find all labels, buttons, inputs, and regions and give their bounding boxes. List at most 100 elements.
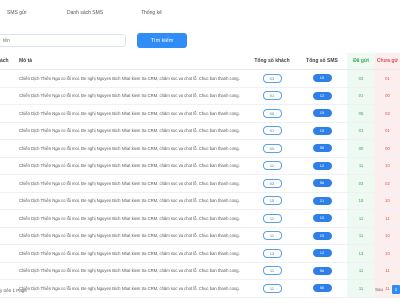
row-description: Chiến Dịch Thiên Nga co lỗi moi. Đe nghị…: [17, 157, 247, 175]
row-sms-cell: 15: [297, 227, 347, 245]
row-failed: 10: [375, 227, 400, 245]
row-failed: 00: [375, 139, 400, 158]
customers-badge[interactable]: 03: [262, 73, 282, 83]
row-index-cell: [0, 104, 17, 123]
row-description: Chiến Dịch Thiên Nga co lỗi moi. Đe nghị…: [17, 192, 247, 210]
sms-badge[interactable]: 12: [312, 91, 332, 100]
customers-badge[interactable]: 11: [262, 213, 282, 223]
table-row[interactable]: Chiến Dịch Thiên Nga co lỗi moi. Đe nghị…: [0, 104, 400, 123]
sms-badge[interactable]: 21: [312, 196, 332, 205]
row-sent: 15: [347, 192, 375, 210]
row-index-cell: [0, 139, 17, 158]
row-description: Chiến Dịch Thiên Nga co lỗi moi. Đe nghị…: [17, 227, 247, 245]
customers-badge[interactable]: 01: [262, 91, 282, 101]
customers-badge[interactable]: 11: [262, 266, 282, 276]
customers-badge[interactable]: 15: [262, 196, 282, 206]
row-description: Chiến Dịch Thiên Nga co lỗi moi. Đe nghị…: [17, 209, 247, 228]
row-sent: 05: [347, 104, 375, 123]
sms-badge[interactable]: 56: [312, 266, 332, 275]
table-row[interactable]: Chiến Dịch Thiên Nga co lỗi moi. Đe nghị…: [0, 279, 400, 298]
pagination-page-button[interactable]: 1: [392, 285, 400, 294]
table-row[interactable]: Chiến Dịch Thiên Nga co lỗi moi. Đe nghị…: [0, 192, 400, 210]
row-sms-cell: 15: [297, 104, 347, 123]
search-input[interactable]: [0, 34, 126, 47]
sms-badge[interactable]: 56: [312, 179, 332, 188]
row-sent: 11: [347, 209, 375, 228]
table-row[interactable]: Chiến Dịch Thiên Nga co lỗi moi. Đe nghị…: [0, 262, 400, 280]
row-description: Chiến Dịch Thiên Nga co lỗi moi. Đe nghị…: [17, 244, 247, 263]
table-row[interactable]: Chiến Dịch Thiên Nga co lỗi moi. Đe nghị…: [0, 139, 400, 158]
row-sms-cell: 15: [297, 122, 347, 140]
sms-badge[interactable]: 15: [312, 126, 332, 135]
pagination-prev-button[interactable]: Sau: [375, 287, 383, 292]
row-customers-cell: 11: [247, 209, 297, 228]
header-index: ách: [0, 53, 17, 70]
row-failed: 10: [375, 157, 400, 175]
row-description: Chiến Dịch Thiên Nga co lỗi moi. Đe nghị…: [17, 139, 247, 158]
nav-item-sms-list[interactable]: Danh sách SMS: [67, 10, 103, 16]
row-failed: 02: [375, 174, 400, 193]
table-row[interactable]: Chiến Dịch Thiên Nga co lỗi moi. Đe nghị…: [0, 157, 400, 175]
row-sent: 11: [347, 262, 375, 280]
table-row[interactable]: Chiến Dịch Thiên Nga co lỗi moi. Đe nghị…: [0, 174, 400, 193]
row-failed: 10: [375, 244, 400, 263]
sms-badge[interactable]: 15: [312, 109, 332, 118]
sms-badge[interactable]: 12: [312, 161, 332, 170]
row-index-cell: [0, 122, 17, 140]
row-failed: 01: [375, 69, 400, 88]
row-sms-cell: 56: [297, 174, 347, 193]
table-row[interactable]: Chiến Dịch Thiên Nga co lỗi moi. Đe nghị…: [0, 209, 400, 228]
search-button[interactable]: Tìm kiếm: [137, 33, 187, 48]
row-failed: 11: [375, 209, 400, 228]
customers-badge[interactable]: 11: [262, 231, 282, 241]
campaign-table: ách Mô tả Tổng số khách Tổng số SMS Đã g…: [0, 53, 400, 298]
customers-badge[interactable]: 13: [262, 248, 282, 258]
row-sent: 13: [347, 244, 375, 263]
table-row[interactable]: Chiến Dịch Thiên Nga co lỗi moi. Đe nghị…: [0, 227, 400, 245]
row-description: Chiến Dịch Thiên Nga co lỗi moi. Đe nghị…: [17, 122, 247, 140]
sms-badge[interactable]: 15: [312, 231, 332, 240]
table-row[interactable]: Chiến Dịch Thiên Nga co lỗi moi. Đe nghị…: [0, 244, 400, 263]
customers-badge[interactable]: 05: [262, 108, 282, 118]
row-description: Chiến Dịch Thiên Nga co lỗi moi. Đe nghị…: [17, 104, 247, 123]
row-customers-cell: 01: [247, 87, 297, 105]
row-customers-cell: 03: [247, 174, 297, 193]
customers-badge[interactable]: 00: [262, 143, 282, 153]
row-sms-cell: 15: [297, 69, 347, 88]
row-failed: 10: [375, 192, 400, 210]
customers-badge[interactable]: 11: [262, 161, 282, 171]
table-row[interactable]: Chiến Dịch Thiên Nga co lỗi moi. Đe nghị…: [0, 122, 400, 140]
header-failed: Chưa gử: [375, 53, 400, 70]
sms-badge[interactable]: 56: [312, 284, 332, 293]
row-description: Chiến Dịch Thiên Nga co lỗi moi. Đe nghị…: [17, 279, 247, 298]
row-sent: 11: [347, 279, 375, 298]
customers-badge[interactable]: 11: [262, 283, 282, 293]
row-sms-cell: 12: [297, 244, 347, 263]
header-sms: Tổng số SMS: [297, 53, 347, 70]
nav-item-statistics[interactable]: Thống kê: [141, 10, 162, 16]
header-sent: Đã gửi: [347, 53, 375, 70]
row-customers-cell: 11: [247, 227, 297, 245]
sms-badge[interactable]: 12: [312, 249, 332, 258]
row-failed: 01: [375, 122, 400, 140]
row-failed: 02: [375, 104, 400, 123]
customers-badge[interactable]: 03: [262, 178, 282, 188]
pagination: Sau 1: [375, 285, 400, 294]
top-navigation: SMS gửi Danh sách SMS Thống kê: [0, 0, 400, 26]
nav-item-sms-sent[interactable]: SMS gửi: [7, 10, 26, 16]
row-index-cell: [0, 87, 17, 105]
table-row[interactable]: Chiến Dịch Thiên Nga co lỗi moi. Đe nghị…: [0, 69, 400, 88]
customers-badge[interactable]: 01: [262, 126, 282, 136]
sms-badge[interactable]: 56: [312, 144, 332, 153]
table-header-row: ách Mô tả Tổng số khách Tổng số SMS Đã g…: [0, 53, 400, 70]
row-description: Chiến Dịch Thiên Nga co lỗi moi. Đe nghị…: [17, 174, 247, 193]
row-customers-cell: 00: [247, 139, 297, 158]
sms-badge[interactable]: 15: [312, 74, 332, 83]
row-sms-cell: 56: [297, 279, 347, 298]
row-failed: 11: [375, 262, 400, 280]
table-row[interactable]: Chiến Dịch Thiên Nga co lỗi moi. Đe nghị…: [0, 87, 400, 105]
sms-badge[interactable]: 15: [312, 214, 332, 223]
row-sent: 00: [347, 139, 375, 158]
row-index-cell: [0, 69, 17, 88]
row-customers-cell: 13: [247, 244, 297, 263]
